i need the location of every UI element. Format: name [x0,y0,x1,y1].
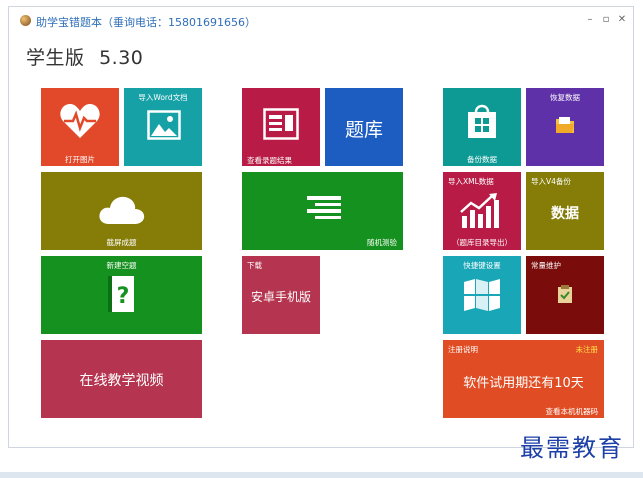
import-word-tile[interactable]: 导入Word文档 [124,88,202,166]
restore-data-tile[interactable]: 恢复数据 [526,88,604,166]
shortcuts-tile[interactable]: 快捷键设置 [443,256,521,334]
maintenance-label: 常量维护 [531,261,561,270]
random-test-label: 随机测验 [367,238,397,247]
newspaper-icon [263,108,299,140]
edition-label: 学生版 [26,47,85,69]
registration-tile[interactable]: 注册说明 未注册 软件试用期还有10天 查看本机机器码 [443,340,604,418]
clipboard-icon [558,285,572,303]
restore-data-label: 恢复数据 [550,93,580,102]
machine-code-link[interactable]: 查看本机机器码 [546,407,599,416]
import-word-label: 导入Word文档 [138,93,188,102]
import-v4-tile[interactable]: 导入V4备份 数据 [526,172,604,250]
question-bank-text: 题库 [344,119,383,141]
view-results-label: 查看录题结果 [247,156,292,165]
main-window: 助学宝错题本（垂询电话：15801691656） – ▫ ✕ 学生版 5.30 … [8,6,634,448]
question-book-icon: ? [108,276,134,312]
close-button[interactable]: ✕ [615,13,629,27]
online-video-tile[interactable]: 在线教学视频 [41,340,202,418]
import-xml-sublabel: （题库目录导出） [452,238,512,247]
restore-button[interactable]: ▫ [599,13,613,27]
cloud-icon [99,196,145,224]
maintenance-tile[interactable]: 常量维护 [526,256,604,334]
download-label: 下载 [247,261,262,270]
registration-label: 注册说明 [448,345,478,354]
new-blank-tile[interactable]: 新建空题 ? [41,256,202,334]
growth-chart-icon [460,193,499,228]
import-v4-label: 导入V4备份 [531,177,571,186]
picture-icon [147,110,181,140]
watermark-text: 最需教育 [520,434,624,462]
store-bag-icon [468,104,496,138]
import-xml-label: 导入XML数据 [448,177,494,186]
backup-data-label: 备份数据 [467,155,497,164]
text-lines-icon [307,196,341,219]
question-bank-tile[interactable]: 题库 [325,88,403,166]
app-logo-icon [20,15,31,26]
window-title: 助学宝错题本（垂询电话：15801691656） [36,16,256,29]
version-number: 5.30 [99,47,144,69]
random-test-tile[interactable]: 随机测验 [242,172,403,250]
shortcuts-label: 快捷键设置 [463,261,501,270]
svg-text:?: ? [117,284,130,309]
screenshot-label: 截屏成题 [106,238,137,247]
registration-status: 未注册 [575,345,599,354]
backup-data-tile[interactable]: 备份数据 [443,88,521,166]
map-icon [464,279,500,311]
import-v4-text: 数据 [551,206,579,222]
edition-version: 学生版 5.30 [26,43,143,70]
online-video-text: 在线教学视频 [79,373,164,389]
taskbar-edge [0,472,643,478]
view-results-tile[interactable]: 查看录题结果 [242,88,320,166]
heart-pulse-icon [60,104,100,138]
android-version-text: 安卓手机版 [250,290,311,304]
folder-icon [556,117,574,133]
trial-remaining-text: 软件试用期还有10天 [463,376,584,391]
download-android-tile[interactable]: 下载 安卓手机版 [242,256,320,334]
screenshot-tile[interactable]: 截屏成题 [41,172,202,250]
open-image-tile[interactable]: 打开图片 [41,88,119,166]
new-blank-label: 新建空题 [106,261,137,270]
title-bar[interactable]: 助学宝错题本（垂询电话：15801691656） – ▫ ✕ [9,7,633,35]
import-xml-tile[interactable]: 导入XML数据 （题库目录导出） [443,172,521,250]
minimize-button[interactable]: – [583,13,597,27]
open-image-label: 打开图片 [65,155,95,164]
